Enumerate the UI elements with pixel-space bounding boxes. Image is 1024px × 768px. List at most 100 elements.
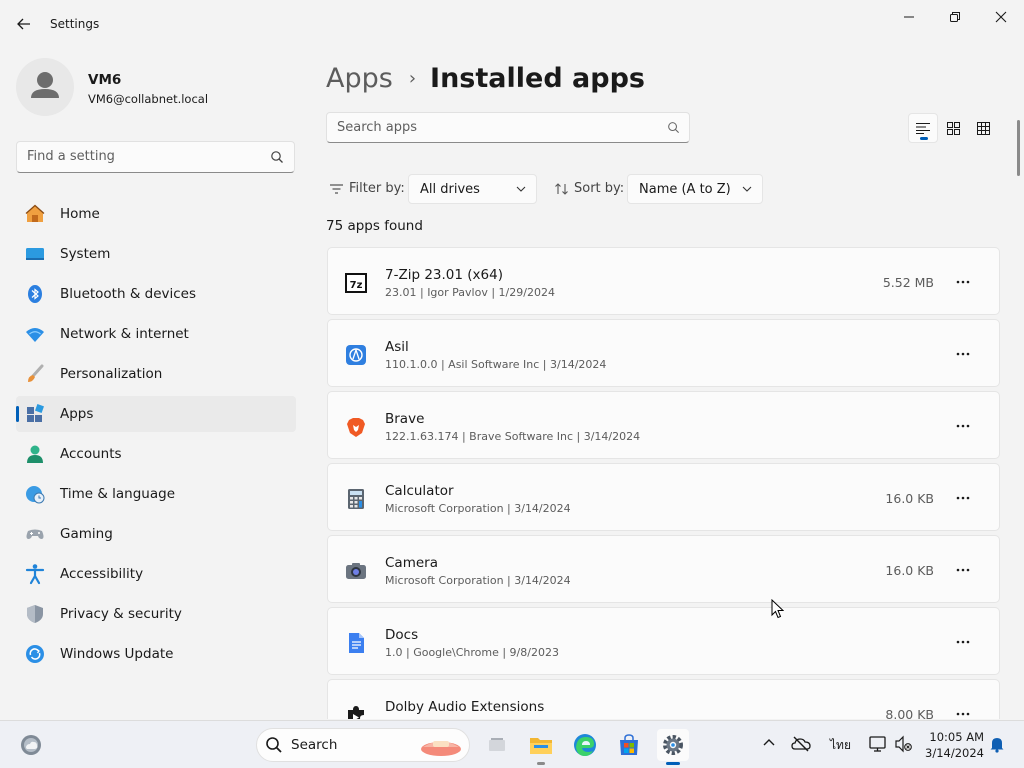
- search-apps-input[interactable]: [337, 120, 637, 135]
- list-item[interactable]: Brave 122.1.63.174 | Brave Software Inc …: [327, 391, 1000, 459]
- sidebar-item-privacy[interactable]: Privacy & security: [16, 596, 296, 632]
- sidebar-item-windows-update[interactable]: Windows Update: [16, 636, 296, 672]
- app-meta: 110.1.0.0 | Asil Software Inc | 3/14/202…: [385, 358, 607, 371]
- clock[interactable]: 10:05 AM 3/14/2024: [922, 729, 984, 761]
- more-options-button[interactable]: [951, 630, 975, 654]
- sidebar-item-apps[interactable]: Apps: [16, 396, 296, 432]
- breadcrumb-apps-link[interactable]: Apps: [326, 63, 393, 94]
- close-button[interactable]: [978, 4, 1024, 30]
- list-item[interactable]: Calculator Microsoft Corporation | 3/14/…: [327, 463, 1000, 531]
- taskbar-task-view[interactable]: [481, 729, 513, 761]
- active-indicator: [666, 762, 680, 765]
- onedrive-offline-icon[interactable]: [791, 735, 811, 753]
- taskbar-settings[interactable]: [657, 729, 689, 765]
- camera-icon: [346, 563, 366, 579]
- app-name: Dolby Audio Extensions: [385, 699, 545, 715]
- app-size: 8.00 KB: [885, 707, 934, 719]
- list-item[interactable]: Camera Microsoft Corporation | 3/14/2024…: [327, 535, 1000, 603]
- network-icon[interactable]: [868, 735, 888, 753]
- list-item[interactable]: Asil 110.1.0.0 | Asil Software Inc | 3/1…: [327, 319, 1000, 387]
- search-icon: [266, 737, 282, 753]
- input-language[interactable]: ไทย: [830, 736, 851, 755]
- sidebar-item-label: Privacy & security: [60, 606, 182, 622]
- sidebar-item-accounts[interactable]: Accounts: [16, 436, 296, 472]
- sidebar-nav: Home System Bluetooth & devices Network …: [16, 196, 296, 676]
- more-options-button[interactable]: [951, 486, 975, 510]
- more-icon: [956, 640, 970, 644]
- user-profile[interactable]: VM6 VM6@collabnet.local: [16, 58, 296, 118]
- installed-apps-list: 7z 7-Zip 23.01 (x64) 23.01 | Igor Pavlov…: [327, 247, 1000, 719]
- taskbar-file-explorer[interactable]: [525, 729, 557, 765]
- more-options-button[interactable]: [951, 342, 975, 366]
- update-icon: [26, 645, 44, 663]
- widgets-weather-icon[interactable]: [18, 732, 44, 758]
- grid-view-button[interactable]: [938, 113, 968, 143]
- more-options-button[interactable]: [951, 414, 975, 438]
- app-name: Brave: [385, 411, 425, 427]
- docs-icon: [349, 633, 364, 653]
- sidebar-item-label: Network & internet: [60, 326, 189, 342]
- list-item[interactable]: Dolby Audio Extensions 8.00 KB: [327, 679, 1000, 719]
- chevron-right-icon: ›: [408, 67, 417, 89]
- app-meta: 1.0 | Google\Chrome | 9/8/2023: [385, 646, 559, 659]
- filter-dropdown-value: All drives: [420, 182, 480, 197]
- more-icon: [956, 712, 970, 716]
- notification-bell-icon[interactable]: [989, 735, 1005, 753]
- title-bar: Settings: [0, 0, 1024, 48]
- sidebar-item-network[interactable]: Network & internet: [16, 316, 296, 352]
- more-options-button[interactable]: [951, 702, 975, 719]
- clock-time: 10:05 AM: [929, 730, 984, 744]
- sidebar-item-system[interactable]: System: [16, 236, 296, 272]
- sidebar-item-time-language[interactable]: Time & language: [16, 476, 296, 512]
- minimize-button[interactable]: [886, 4, 932, 30]
- sidebar-item-home[interactable]: Home: [16, 196, 296, 232]
- filter-sort-row: Filter by: All drives Sort by: Name (A t…: [330, 174, 930, 204]
- sidebar-item-gaming[interactable]: Gaming: [16, 516, 296, 552]
- app-meta: Microsoft Corporation | 3/14/2024: [385, 502, 571, 515]
- breadcrumb: Apps › Installed apps: [326, 58, 645, 98]
- folder-icon: [530, 738, 552, 754]
- app-name: Calculator: [385, 483, 454, 499]
- apps-icon: [27, 404, 44, 422]
- sort-dropdown-value: Name (A to Z): [639, 182, 731, 197]
- grid-view-icon: [946, 121, 960, 135]
- sidebar-item-bluetooth[interactable]: Bluetooth & devices: [16, 276, 296, 312]
- list-item[interactable]: 7z 7-Zip 23.01 (x64) 23.01 | Igor Pavlov…: [327, 247, 1000, 315]
- sidebar-item-label: Home: [60, 206, 100, 222]
- filter-icon: [330, 183, 343, 194]
- scrollbar-thumb[interactable]: [1017, 120, 1020, 176]
- list-item[interactable]: Docs 1.0 | Google\Chrome | 9/8/2023: [327, 607, 1000, 675]
- sidebar-item-label: Time & language: [60, 486, 176, 502]
- clock-date: 3/14/2024: [925, 746, 984, 760]
- sidebar-item-label: Apps: [60, 406, 94, 422]
- taskbar: Search ไทย 10:05 AM 3/14/2024: [0, 720, 1024, 768]
- list-view-button[interactable]: [908, 113, 938, 143]
- taskbar-edge[interactable]: [569, 729, 601, 761]
- find-setting-box[interactable]: [16, 141, 295, 173]
- window-title: Settings: [50, 17, 100, 31]
- taskbar-search[interactable]: Search: [256, 728, 470, 762]
- filter-dropdown[interactable]: All drives: [408, 174, 537, 204]
- volume-muted-icon[interactable]: [894, 735, 912, 753]
- system-icon: [26, 248, 44, 260]
- search-apps-box[interactable]: [326, 112, 690, 143]
- chevron-up-icon[interactable]: [762, 735, 776, 749]
- store-icon: [620, 734, 638, 755]
- more-icon: [956, 424, 970, 428]
- taskbar-store[interactable]: [613, 729, 645, 761]
- back-button[interactable]: [10, 10, 38, 38]
- profile-name: VM6: [88, 72, 122, 88]
- sort-dropdown[interactable]: Name (A to Z): [627, 174, 763, 204]
- brush-icon: [28, 364, 44, 382]
- sidebar-item-accessibility[interactable]: Accessibility: [16, 556, 296, 592]
- search-icon: [668, 122, 680, 134]
- more-options-button[interactable]: [951, 270, 975, 294]
- restore-button[interactable]: [932, 4, 978, 30]
- apps-count: 75 apps found: [326, 218, 423, 234]
- find-setting-input[interactable]: [27, 149, 257, 164]
- more-options-button[interactable]: [951, 558, 975, 582]
- tile-view-button[interactable]: [968, 113, 998, 143]
- sidebar-item-personalization[interactable]: Personalization: [16, 356, 296, 392]
- shield-icon: [27, 605, 43, 623]
- brave-icon: [347, 418, 365, 437]
